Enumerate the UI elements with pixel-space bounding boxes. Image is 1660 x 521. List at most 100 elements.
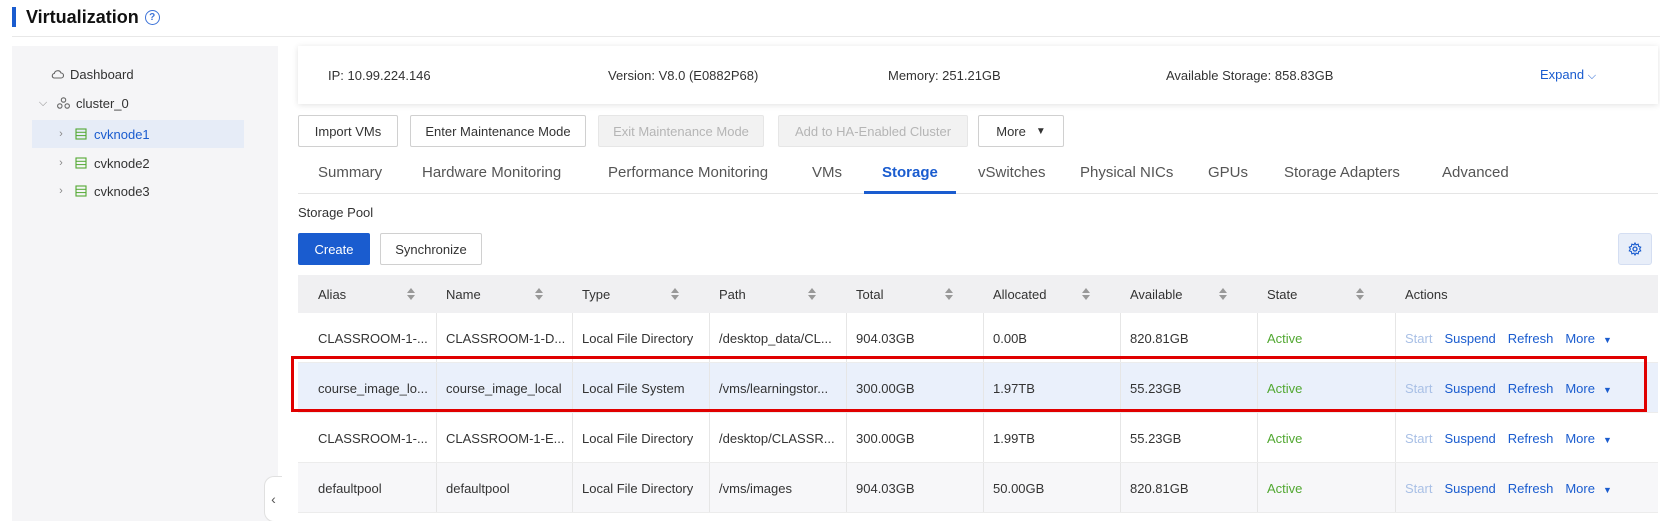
column-header-label: Total <box>856 286 884 302</box>
sort-icon[interactable] <box>1081 287 1091 301</box>
sort-icon[interactable] <box>534 287 544 301</box>
more-action[interactable]: More ▼ <box>1565 481 1612 496</box>
sidebar-item-cvknode3[interactable]: › cvknode3 <box>54 177 150 205</box>
cloud-icon <box>50 67 64 81</box>
cell-type: Local File Directory <box>582 480 694 496</box>
start-action[interactable]: Start <box>1405 481 1432 496</box>
cell-alias: CLASSROOM-1-... <box>318 330 428 346</box>
chevron-down-icon[interactable]: ⌵ <box>36 97 50 110</box>
sort-icon[interactable] <box>807 287 817 301</box>
table-row[interactable]: CLASSROOM-1-... CLASSROOM-1-E... Local F… <box>298 413 1658 463</box>
more-action[interactable]: More ▼ <box>1565 381 1612 396</box>
sidebar-item-cluster-0[interactable]: ⌵ cluster_0 <box>36 89 129 117</box>
expand-link[interactable]: Expand ⌵ <box>1540 67 1596 83</box>
more-action[interactable]: More ▼ <box>1565 431 1612 446</box>
column-separator <box>1120 313 1121 362</box>
chevron-right-icon[interactable]: › <box>54 157 68 169</box>
column-header-available[interactable]: Available <box>1130 275 1246 313</box>
host-summary-card: IP: 10.99.224.146 Version: V8.0 (E0882P6… <box>298 46 1658 104</box>
import-vms-button[interactable]: Import VMs <box>298 115 398 147</box>
question-circle-icon[interactable]: ? <box>144 9 160 25</box>
tab-performance-monitoring[interactable]: Performance Monitoring <box>608 150 768 194</box>
chevron-right-icon[interactable]: › <box>54 128 68 140</box>
sidebar-item-label: cluster_0 <box>76 95 129 111</box>
tab-hardware-monitoring[interactable]: Hardware Monitoring <box>422 150 561 194</box>
more-action[interactable]: More ▼ <box>1565 331 1612 346</box>
column-header-allocated[interactable]: Allocated <box>993 275 1109 313</box>
refresh-action[interactable]: Refresh <box>1508 331 1554 346</box>
host-tabs: Summary Hardware Monitoring Performance … <box>298 150 1658 194</box>
tab-vms[interactable]: VMs <box>812 150 842 194</box>
cell-path: /vms/images <box>719 480 792 496</box>
sidebar-item-dashboard[interactable]: Dashboard <box>50 60 134 88</box>
more-action-label: More <box>1565 430 1595 446</box>
sidebar-item-label: Dashboard <box>70 66 134 82</box>
cell-type: Local File System <box>582 380 685 396</box>
more-actions-button[interactable]: More ▼ <box>978 115 1064 147</box>
cell-actions: Start Suspend Refresh More ▼ <box>1405 463 1612 513</box>
column-separator <box>1120 463 1121 512</box>
start-action[interactable]: Start <box>1405 331 1432 346</box>
create-button[interactable]: Create <box>298 233 370 265</box>
table-row[interactable]: defaultpool defaultpool Local File Direc… <box>298 463 1658 513</box>
sidebar-item-cvknode1[interactable]: › cvknode1 <box>32 120 244 148</box>
suspend-action[interactable]: Suspend <box>1444 431 1495 446</box>
column-separator <box>572 363 573 412</box>
column-settings-button[interactable] <box>1618 233 1652 265</box>
storage-pool-table: Alias Name Type Path Total Allocated Ava… <box>298 275 1658 513</box>
refresh-action[interactable]: Refresh <box>1508 481 1554 496</box>
summary-version: Version: V8.0 (E0882P68) <box>608 67 759 83</box>
column-header-path[interactable]: Path <box>719 275 835 313</box>
tab-storage[interactable]: Storage <box>882 150 938 194</box>
column-header-type[interactable]: Type <box>582 275 698 313</box>
cell-path: /desktop/CLASSR... <box>719 430 835 446</box>
suspend-action[interactable]: Suspend <box>1444 381 1495 396</box>
tab-physical-nics[interactable]: Physical NICs <box>1080 150 1173 194</box>
table-row[interactable]: course_image_lo... course_image_local Lo… <box>298 363 1658 413</box>
chevron-down-icon: ⌵ <box>1587 70 1597 82</box>
column-header-total[interactable]: Total <box>856 275 972 313</box>
synchronize-button[interactable]: Synchronize <box>380 233 482 265</box>
chevron-right-icon[interactable]: › <box>54 185 68 197</box>
sort-icon[interactable] <box>406 287 416 301</box>
enter-maintenance-button[interactable]: Enter Maintenance Mode <box>410 115 586 147</box>
column-separator <box>572 413 573 462</box>
sidebar-collapse-button[interactable]: ‹ <box>264 476 282 521</box>
column-separator <box>709 463 710 512</box>
tab-vswitches[interactable]: vSwitches <box>978 150 1046 194</box>
sort-icon[interactable] <box>944 287 954 301</box>
refresh-action[interactable]: Refresh <box>1508 381 1554 396</box>
header-divider <box>12 36 1660 37</box>
add-ha-cluster-button[interactable]: Add to HA-Enabled Cluster <box>778 115 968 147</box>
column-separator <box>709 413 710 462</box>
cell-total: 904.03GB <box>856 480 915 496</box>
column-separator <box>436 413 437 462</box>
suspend-action[interactable]: Suspend <box>1444 481 1495 496</box>
section-label: Storage Pool <box>298 205 374 220</box>
column-header-alias[interactable]: Alias <box>318 275 434 313</box>
sort-icon[interactable] <box>1218 287 1228 301</box>
cell-allocated: 1.99TB <box>993 430 1035 446</box>
more-action-label: More <box>1565 330 1595 346</box>
sidebar-item-label: cvknode2 <box>94 155 150 171</box>
exit-maintenance-button[interactable]: Exit Maintenance Mode <box>598 115 764 147</box>
suspend-action[interactable]: Suspend <box>1444 331 1495 346</box>
cell-path: /vms/learningstor... <box>719 380 829 396</box>
column-header-name[interactable]: Name <box>446 275 562 313</box>
start-action[interactable]: Start <box>1405 381 1432 396</box>
sidebar-item-cvknode2[interactable]: › cvknode2 <box>54 149 150 177</box>
tab-gpus[interactable]: GPUs <box>1208 150 1248 194</box>
column-header-state[interactable]: State <box>1267 275 1383 313</box>
start-action[interactable]: Start <box>1405 431 1432 446</box>
tab-summary[interactable]: Summary <box>318 150 382 194</box>
page-header: Virtualization ? <box>12 0 1660 34</box>
cell-alias: CLASSROOM-1-... <box>318 430 428 446</box>
cell-alias: course_image_lo... <box>318 380 428 396</box>
table-row[interactable]: CLASSROOM-1-... CLASSROOM-1-D... Local F… <box>298 313 1658 363</box>
tab-advanced[interactable]: Advanced <box>1442 150 1509 194</box>
sort-icon[interactable] <box>670 287 680 301</box>
sort-icon[interactable] <box>1355 287 1365 301</box>
refresh-action[interactable]: Refresh <box>1508 431 1554 446</box>
active-tab-indicator <box>864 191 956 194</box>
tab-storage-adapters[interactable]: Storage Adapters <box>1284 150 1400 194</box>
